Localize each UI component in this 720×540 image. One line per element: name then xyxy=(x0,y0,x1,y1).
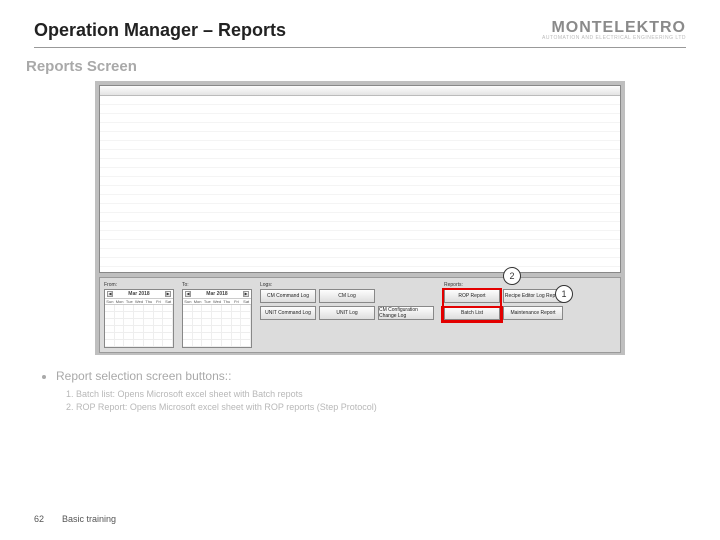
note-item: ROP Report: Opens Microsoft excel sheet … xyxy=(76,402,680,412)
rop-report-button[interactable]: ROP Report xyxy=(444,289,500,303)
batch-list-button[interactable]: Batch List xyxy=(444,306,500,320)
to-cal-title: Mar 2018 xyxy=(206,291,227,297)
cal-day-head: Mon xyxy=(115,299,125,304)
cm-log-button[interactable]: CM Log xyxy=(319,289,375,303)
list-body xyxy=(100,96,620,272)
cal-day-head: Wed xyxy=(212,299,222,304)
logo-main-text: MONTELEKTRO xyxy=(542,20,686,36)
to-cal-grid[interactable] xyxy=(183,305,251,347)
cal-day-head: Sat xyxy=(241,299,251,304)
cal-day-head: Sun xyxy=(105,299,115,304)
from-cal-grid[interactable] xyxy=(105,305,173,347)
cal-day-head: Mon xyxy=(193,299,203,304)
notes-heading: Report selection screen buttons:: xyxy=(56,369,680,383)
to-calendar[interactable]: ◀ Mar 2018 ▶ Sun Mon Tue Wed Thu Fri Sat xyxy=(182,289,252,348)
to-label: To: xyxy=(182,282,256,288)
unit-log-button[interactable]: UNIT Log xyxy=(319,306,375,320)
company-logo: MONTELEKTRO AUTOMATION AND ELECTRICAL EN… xyxy=(542,20,686,41)
cal-prev-icon[interactable]: ◀ xyxy=(185,291,191,297)
recipe-editor-log-report-button[interactable]: Recipe Editor Log Report xyxy=(503,289,563,303)
logs-label: Logs: xyxy=(260,282,440,288)
reports-label: Reports: xyxy=(444,282,616,288)
callout-1: 1 xyxy=(555,285,573,303)
slide-footer: 62 Basic training xyxy=(34,514,116,524)
footer-text: Basic training xyxy=(62,514,116,524)
cal-prev-icon[interactable]: ◀ xyxy=(107,291,113,297)
cm-config-change-log-button[interactable]: CM Configuration Change Log xyxy=(378,306,434,320)
cal-day-head: Thu xyxy=(144,299,154,304)
unit-command-log-button[interactable]: UNIT Command Log xyxy=(260,306,316,320)
section-subtitle: Reports Screen xyxy=(0,48,720,81)
cal-day-head: Sun xyxy=(183,299,193,304)
cal-day-head: Wed xyxy=(134,299,144,304)
cal-day-head: Fri xyxy=(154,299,164,304)
cal-next-icon[interactable]: ▶ xyxy=(243,291,249,297)
list-header-bar xyxy=(100,86,620,96)
control-panel: From: ◀ Mar 2018 ▶ Sun Mon Tue Wed Thu xyxy=(99,277,621,353)
callout-2: 2 xyxy=(503,267,521,285)
cal-day-head: Tue xyxy=(124,299,134,304)
note-item: Batch list: Opens Microsoft excel sheet … xyxy=(76,389,680,399)
page-title: Operation Manager – Reports xyxy=(34,20,286,41)
cal-day-head: Tue xyxy=(202,299,212,304)
cm-command-log-button[interactable]: CM Command Log xyxy=(260,289,316,303)
from-cal-title: Mar 2018 xyxy=(128,291,149,297)
logo-sub-text: AUTOMATION AND ELECTRICAL ENGINEERING LT… xyxy=(542,36,686,41)
from-calendar[interactable]: ◀ Mar 2018 ▶ Sun Mon Tue Wed Thu Fri Sat xyxy=(104,289,174,348)
report-list-area xyxy=(99,85,621,273)
embedded-screenshot: From: ◀ Mar 2018 ▶ Sun Mon Tue Wed Thu xyxy=(95,81,625,355)
maintenance-report-button[interactable]: Maintenance Report xyxy=(503,306,563,320)
cal-day-head: Fri xyxy=(232,299,242,304)
cal-day-head: Thu xyxy=(222,299,232,304)
from-label: From: xyxy=(104,282,178,288)
cal-day-head: Sat xyxy=(163,299,173,304)
page-number: 62 xyxy=(34,514,44,524)
notes-section: Report selection screen buttons:: Batch … xyxy=(0,355,720,412)
cal-next-icon[interactable]: ▶ xyxy=(165,291,171,297)
